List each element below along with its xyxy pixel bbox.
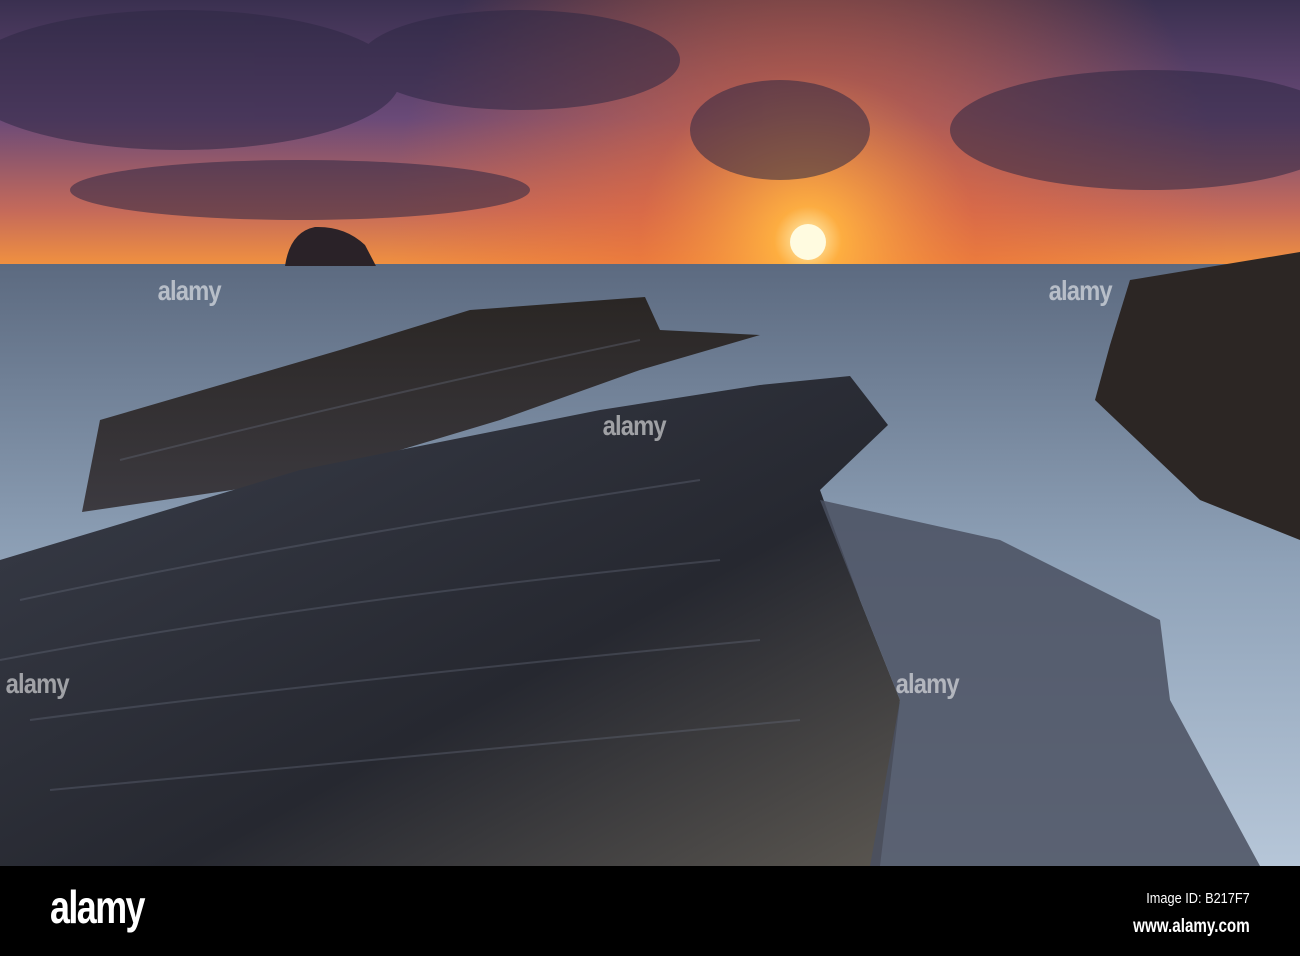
- watermark: alamy: [895, 668, 960, 699]
- footer-bar: alamy Image ID: B217F7 www.alamy.com: [0, 866, 1300, 956]
- image-id: Image ID: B217F7: [1146, 890, 1250, 907]
- alamy-logo: alamy: [50, 881, 146, 933]
- watermark: alamy: [5, 668, 70, 699]
- site-url: www.alamy.com: [1133, 916, 1250, 937]
- watermark: alamy: [602, 410, 667, 441]
- sun: [790, 224, 826, 260]
- watermark: alamy: [1048, 275, 1113, 306]
- watermark: alamy: [157, 275, 222, 306]
